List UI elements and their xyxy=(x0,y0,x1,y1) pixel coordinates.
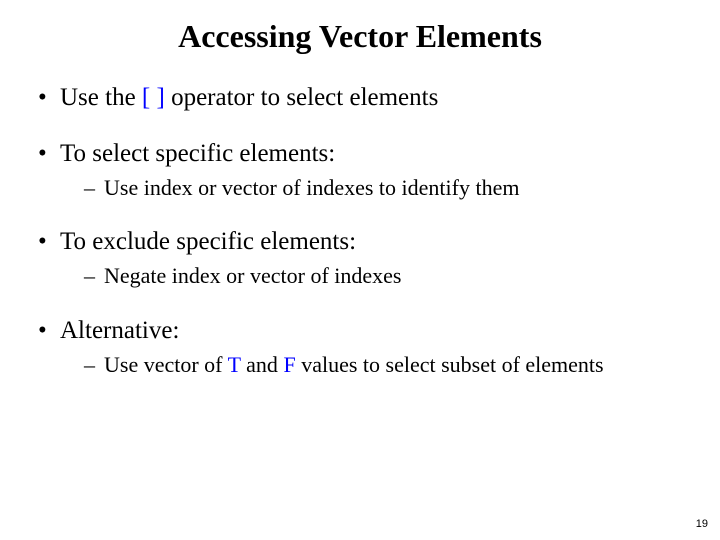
text-pre: Use the xyxy=(60,84,142,111)
bullet-select-specific: To select specific elements: Use index o… xyxy=(32,139,688,201)
sub-list: Use index or vector of indexes to identi… xyxy=(60,175,688,201)
bullet-exclude-specific: To exclude specific elements: Negate ind… xyxy=(32,227,688,289)
slide: Accessing Vector Elements Use the [ ] op… xyxy=(0,0,720,540)
text-post: operator to select elements xyxy=(165,84,439,111)
sub-list: Negate index or vector of indexes xyxy=(60,263,688,289)
bullet-text: To select specific elements: xyxy=(60,140,335,167)
sub-bullet-use-index: Use index or vector of indexes to identi… xyxy=(60,175,688,201)
bullet-text: To exclude specific elements: xyxy=(60,228,356,255)
page-number: 19 xyxy=(696,518,708,530)
bullet-list: Use the [ ] operator to select elements … xyxy=(32,83,688,378)
bracket-operator: [ ] xyxy=(142,84,165,111)
bullet-use-operator: Use the [ ] operator to select elements xyxy=(32,83,688,113)
sub-bullet-negate-index: Negate index or vector of indexes xyxy=(60,263,688,289)
sub-text: Negate index or vector of indexes xyxy=(104,263,402,288)
sub-bullet-tf-vector: Use vector of T and F values to select s… xyxy=(60,352,688,378)
sub-mid: and xyxy=(241,352,284,377)
bullet-alternative: Alternative: Use vector of T and F value… xyxy=(32,316,688,378)
slide-title: Accessing Vector Elements xyxy=(32,18,688,55)
bullet-text: Alternative: xyxy=(60,317,179,344)
sub-post: values to select subset of elements xyxy=(296,352,604,377)
sub-list: Use vector of T and F values to select s… xyxy=(60,352,688,378)
sub-pre: Use vector of xyxy=(104,352,228,377)
false-value: F xyxy=(283,352,295,377)
sub-text: Use index or vector of indexes to identi… xyxy=(104,175,519,200)
true-value: T xyxy=(228,352,241,377)
